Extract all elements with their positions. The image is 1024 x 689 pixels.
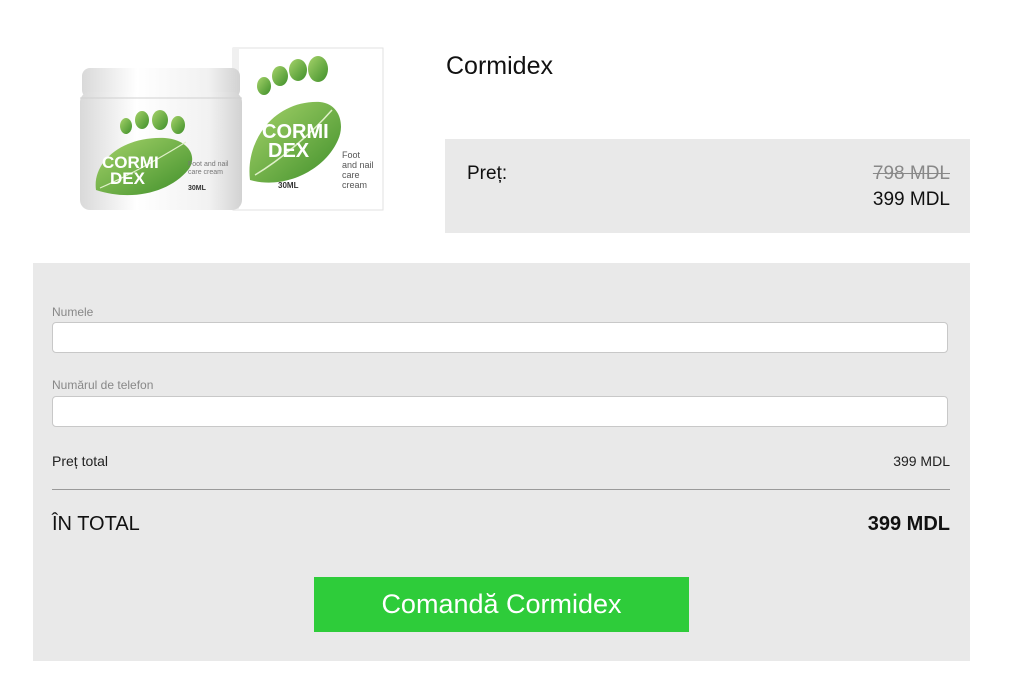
box-volume: 30ML: [278, 181, 299, 190]
phone-input[interactable]: [52, 396, 948, 427]
name-input[interactable]: [52, 322, 948, 353]
order-button[interactable]: Comandă Cormidex: [314, 577, 689, 632]
box-subtitle-line2: and nail: [342, 160, 374, 170]
jar-brand-line2: DEX: [110, 169, 146, 188]
jar-subtitle-line2: care cream: [188, 169, 223, 176]
product-image: CORMI DEX Foot and nail care cream 30ML …: [70, 40, 400, 225]
price-label: Preț:: [467, 163, 508, 184]
product-title: Cormidex: [446, 52, 553, 80]
order-form: Numele Numărul de telefon Preț total 399…: [33, 263, 970, 661]
product-illustration: CORMI DEX Foot and nail care cream 30ML …: [80, 47, 384, 211]
box-subtitle-line3: care: [342, 170, 360, 180]
product-jar: CORMI DEX Foot and nail care cream 30ML: [80, 68, 242, 210]
box-subtitle-line1: Foot: [342, 150, 361, 160]
jar-subtitle-line1: Foot and nail: [188, 161, 229, 168]
total-label: ÎN TOTAL: [52, 513, 140, 535]
new-price: 399 MDL: [872, 189, 950, 210]
divider: [52, 489, 950, 490]
name-label: Numele: [52, 305, 94, 319]
total-value: 399 MDL: [867, 513, 950, 535]
old-price: 798 MDL: [872, 163, 950, 184]
product-box: CORMI DEX Foot and nail care cream 30ML: [232, 47, 384, 211]
box-subtitle-line4: cream: [342, 180, 367, 190]
phone-label: Numărul de telefon: [52, 378, 154, 392]
box-brand-line2: DEX: [268, 140, 310, 162]
subtotal-label: Preț total: [52, 453, 109, 469]
price-box: Preț: 798 MDL 399 MDL: [445, 139, 970, 233]
subtotal-value: 399 MDL: [893, 453, 950, 469]
jar-volume: 30ML: [188, 185, 207, 192]
